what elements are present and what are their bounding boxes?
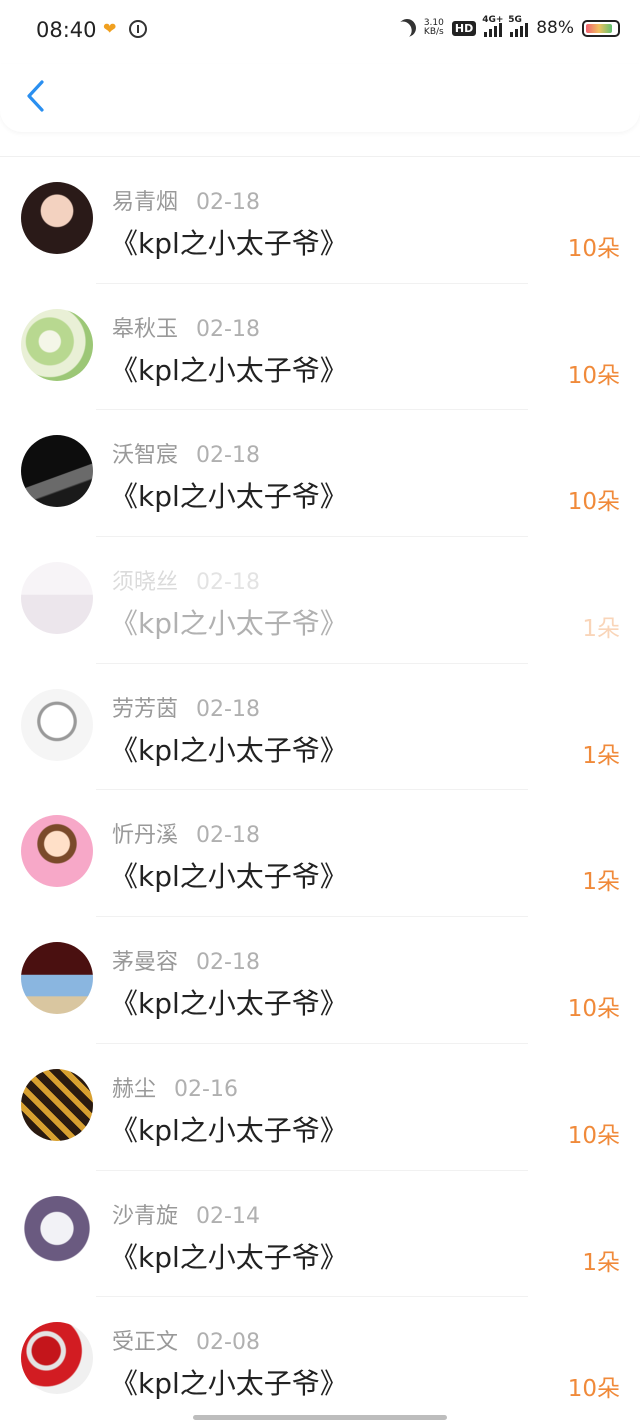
book-title: 《kpl之小太子爷》 bbox=[110, 987, 348, 1021]
heart-icon: ❤ bbox=[103, 19, 117, 38]
gift-amount: 10朵 bbox=[567, 489, 620, 516]
gift-amount: 10朵 bbox=[567, 236, 620, 262]
signal-5g-label: 5G bbox=[508, 15, 522, 25]
user-name-line: 皋秋玉 02-18 bbox=[112, 311, 260, 343]
gift-date: 02-18 bbox=[196, 696, 260, 722]
avatar-heart-sky-icon[interactable] bbox=[21, 942, 93, 1015]
book-title: 《kpl之小太子爷》 bbox=[110, 1240, 348, 1274]
gift-amount: 10朵 bbox=[567, 996, 620, 1023]
book-title: 《kpl之小太子爷》 bbox=[110, 1367, 348, 1401]
user-name: 皋秋玉 bbox=[112, 316, 179, 342]
user-name: 沃智宸 bbox=[112, 443, 179, 469]
gift-date: 02-18 bbox=[196, 950, 260, 976]
user-name: 茅曼容 bbox=[112, 950, 179, 976]
gift-amount: 1朵 bbox=[582, 742, 620, 769]
list-item[interactable]: 沃智宸 02-18 《kpl之小太子爷》 10朵 bbox=[0, 410, 640, 538]
user-name-line: 易青烟 02-18 bbox=[112, 184, 260, 216]
avatar-portrait-woman-icon[interactable] bbox=[21, 182, 93, 254]
list-item[interactable]: 皋秋玉 02-18 《kpl之小太子爷》 10朵 bbox=[0, 284, 640, 411]
gift-amount: 10朵 bbox=[567, 1122, 620, 1149]
gift-date: 02-18 bbox=[196, 570, 260, 596]
gift-list: 易青烟 02-18 《kpl之小太子爷》 10朵 皋秋玉 02-18 《kpl之小太… bbox=[0, 157, 640, 1424]
signal-4g-icon: 4G+ bbox=[482, 15, 503, 37]
list-item[interactable]: 易青烟 02-18 《kpl之小太子爷》 10朵 bbox=[0, 157, 640, 284]
nav-bar bbox=[0, 64, 640, 132]
gift-amount: 1朵 bbox=[582, 616, 620, 643]
gift-date: 02-18 bbox=[196, 190, 260, 215]
book-title: 《kpl之小太子爷》 bbox=[110, 860, 348, 894]
user-name-line: 沃智宸 02-18 bbox=[112, 437, 260, 469]
user-name-line: 赫尘 02-16 bbox=[112, 1071, 238, 1103]
back-chevron-icon[interactable] bbox=[24, 78, 48, 114]
list-item[interactable]: 茅曼容 02-18 《kpl之小太子爷》 10朵 bbox=[0, 917, 640, 1044]
user-name-line: 茅曼容 02-18 bbox=[112, 944, 260, 976]
book-title: 《kpl之小太子爷》 bbox=[110, 353, 348, 387]
gift-amount: 10朵 bbox=[567, 1376, 620, 1403]
avatar-anime-boy-icon[interactable] bbox=[21, 688, 93, 761]
net-speed: 3.10 KB/s bbox=[424, 19, 444, 37]
list-item[interactable]: 须晓丝 02-18 《kpl之小太子爷》 1朵 bbox=[0, 537, 640, 664]
gift-date: 02-18 bbox=[196, 443, 260, 469]
notification-app-icon bbox=[129, 20, 147, 38]
status-left-icons: ❤ bbox=[103, 20, 147, 38]
moon-icon bbox=[395, 16, 420, 41]
list-item[interactable]: 劳芳茵 02-18 《kpl之小太子爷》 1朵 bbox=[0, 664, 640, 791]
book-title: 《kpl之小太子爷》 bbox=[110, 733, 348, 767]
list-item[interactable]: 受正文 02-08 《kpl之小太子爷》 10朵 bbox=[0, 1297, 640, 1424]
gift-amount: 10朵 bbox=[567, 362, 620, 389]
user-name: 赫尘 bbox=[112, 1076, 157, 1102]
signal-4g-label: 4G+ bbox=[482, 15, 504, 25]
user-name: 受正文 bbox=[112, 1330, 179, 1356]
status-right-icons: 3.10 KB/s HD 4G+ 5G 88% bbox=[395, 15, 620, 41]
avatar-dark-portrait-icon[interactable] bbox=[21, 435, 93, 508]
status-time: 08:40 bbox=[36, 18, 97, 42]
gift-amount: 1朵 bbox=[582, 1249, 620, 1276]
avatar-anime-white-hair-icon[interactable] bbox=[21, 1195, 93, 1268]
user-name-line: 沙青旋 02-14 bbox=[112, 1198, 260, 1230]
book-title: 《kpl之小太子爷》 bbox=[110, 480, 348, 514]
home-indicator[interactable] bbox=[193, 1415, 447, 1420]
list-item[interactable]: 忻丹溪 02-18 《kpl之小太子爷》 1朵 bbox=[0, 790, 640, 918]
gift-date: 02-18 bbox=[196, 316, 260, 342]
avatar-red-roses-icon[interactable] bbox=[21, 1322, 93, 1395]
avatar-bee-scarf-icon[interactable] bbox=[21, 1068, 93, 1141]
user-name-line: 受正文 02-08 bbox=[112, 1324, 260, 1356]
gift-date: 02-16 bbox=[174, 1076, 238, 1102]
user-name: 易青烟 bbox=[112, 190, 179, 215]
status-bar: 08:40 ❤ 3.10 KB/s HD 4G+ 5G 88% bbox=[0, 0, 640, 64]
gift-date: 02-08 bbox=[196, 1330, 260, 1356]
net-speed-unit: KB/s bbox=[423, 27, 444, 37]
gift-date: 02-14 bbox=[196, 1203, 260, 1229]
list-item[interactable]: 赫尘 02-16 《kpl之小太子爷》 10朵 bbox=[0, 1044, 640, 1171]
user-name-line: 劳芳茵 02-18 bbox=[112, 691, 260, 723]
user-name-line: 须晓丝 02-18 bbox=[112, 564, 260, 596]
battery-percent: 88% bbox=[536, 18, 574, 38]
battery-icon bbox=[582, 19, 620, 37]
user-name: 沙青旋 bbox=[112, 1203, 179, 1229]
hd-icon: HD bbox=[451, 20, 477, 36]
list-item[interactable]: 沙青旋 02-14 《kpl之小太子爷》 1朵 bbox=[0, 1171, 640, 1298]
book-title: 《kpl之小太子爷》 bbox=[110, 1113, 348, 1147]
gift-date: 02-18 bbox=[196, 823, 260, 849]
user-name: 须晓丝 bbox=[112, 570, 179, 596]
book-title: 《kpl之小太子爷》 bbox=[110, 227, 348, 260]
user-name-line: 忻丹溪 02-18 bbox=[112, 817, 260, 849]
avatar-cartoon-girl-icon[interactable] bbox=[21, 815, 93, 888]
signal-5g-icon: 5G bbox=[508, 15, 529, 37]
avatar-room-icon[interactable] bbox=[21, 562, 93, 635]
gift-amount: 1朵 bbox=[582, 869, 620, 896]
user-name: 劳芳茵 bbox=[112, 696, 179, 722]
avatar-flowers-icon[interactable] bbox=[21, 308, 93, 381]
user-name: 忻丹溪 bbox=[112, 823, 179, 849]
book-title: 《kpl之小太子爷》 bbox=[110, 607, 348, 641]
